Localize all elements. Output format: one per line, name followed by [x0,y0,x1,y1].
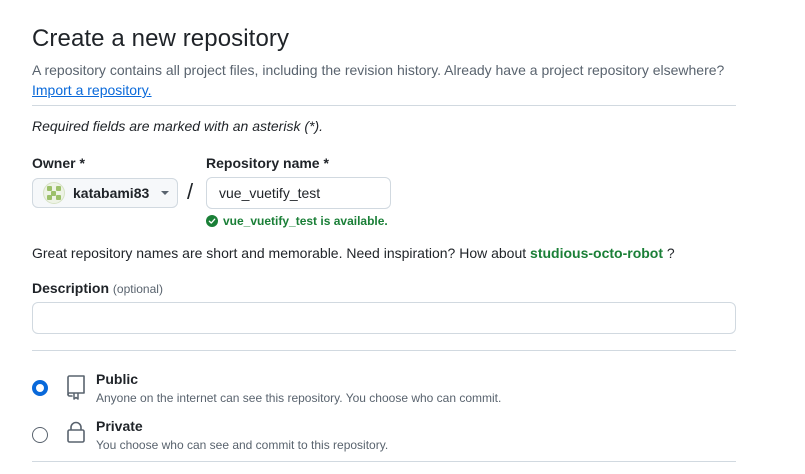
owner-dropdown[interactable]: katabami83 [32,178,178,208]
optional-hint: (optional) [112,282,163,296]
owner-name: katabami83 [73,185,150,201]
caret-down-icon [161,191,169,195]
repository-name-input[interactable] [206,177,391,209]
header-divider [32,105,736,106]
inspiration-suffix: ? [666,245,675,261]
private-radio[interactable] [32,427,48,443]
bottom-divider [32,461,736,462]
inspiration-text: Great repository names are short and mem… [32,245,527,261]
description-input[interactable] [32,302,736,334]
description-label: Description (optional) [32,280,163,296]
check-circle-icon [206,215,218,227]
public-description: Anyone on the internet can see this repo… [96,391,502,405]
owner-label: Owner * [32,155,85,171]
subtitle-text: A repository contains all project files,… [32,62,725,78]
private-title: Private [96,418,143,434]
repository-name-label: Repository name * [206,155,329,171]
description-label-text: Description [32,280,110,296]
availability-text: vue_vuetify_test is available. [223,214,388,228]
owner-repo-separator: / [187,179,194,204]
page-subtitle: A repository contains all project files,… [32,60,752,100]
import-repository-link[interactable]: Import a repository. [32,82,152,98]
repo-icon [67,375,85,400]
lock-icon [67,421,85,443]
private-description: You choose who can see and commit to thi… [96,438,389,452]
public-title: Public [96,371,139,387]
page-title: Create a new repository [32,25,290,52]
name-inspiration: Great repository names are short and mem… [32,245,675,261]
avatar [43,182,65,204]
create-repository-page: Create a new repository A repository con… [0,0,805,474]
public-radio[interactable] [32,380,48,396]
visibility-divider [32,350,736,351]
required-fields-note: Required fields are marked with an aster… [32,118,324,134]
suggested-name-link[interactable]: studious-octo-robot [530,245,663,261]
availability-message: vue_vuetify_test is available. [206,214,388,228]
